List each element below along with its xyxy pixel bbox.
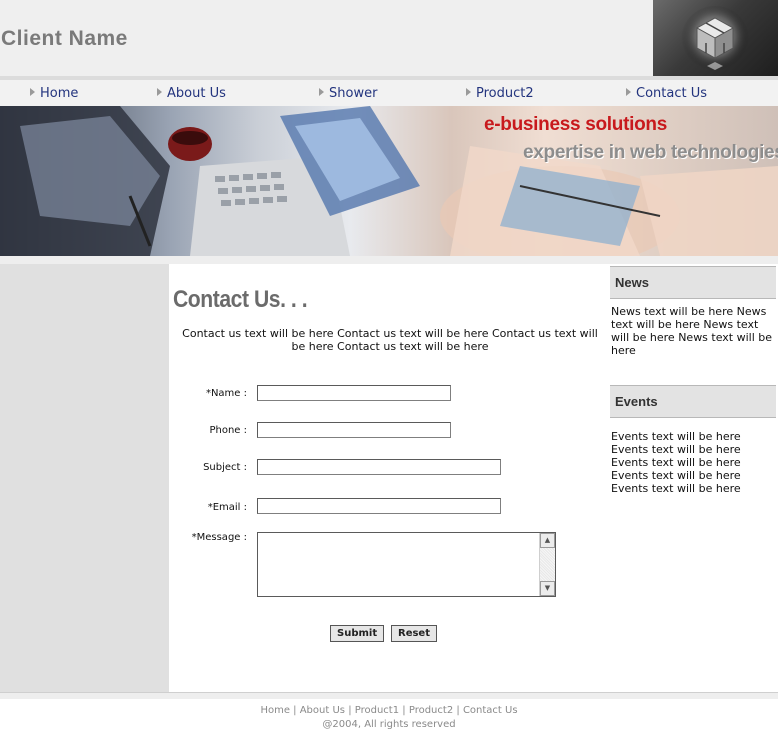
phone-label: Phone : [209,425,247,436]
phone-field[interactable] [257,422,451,438]
nav-label: Contact Us [636,86,707,101]
footer-separator: | [402,705,406,716]
nav-label: About Us [167,86,226,101]
footer-links: Home | About Us | Product1 | Product2 | … [0,705,778,716]
left-column [0,264,169,692]
cube-logo-icon [681,6,749,74]
right-sidebar: News News text will be here News text wi… [609,264,778,692]
footer-separator: | [293,705,297,716]
email-label: *Email : [207,502,247,513]
scroll-down-icon[interactable]: ▼ [540,581,555,596]
events-heading: Events [610,385,776,418]
arrow-bullet-icon [626,88,631,96]
message-textarea[interactable]: ▲ ▼ [257,532,556,597]
nav-item-about-us[interactable]: About Us [157,86,226,101]
nav-label: Product2 [476,86,534,101]
reset-button[interactable]: Reset [391,625,437,642]
message-label: *Message : [191,532,247,543]
footer: Home | About Us | Product1 | Product2 | … [0,692,778,731]
events-line: Events text will be here [611,456,741,469]
intro-text: Contact us text will be here Contact us … [182,327,598,353]
footer-link-product2[interactable]: Product2 [409,705,453,716]
nav-item-product2[interactable]: Product2 [466,86,534,101]
subject-label: Subject : [203,462,247,473]
scroll-up-icon[interactable]: ▲ [540,533,555,548]
nav-item-shower[interactable]: Shower [319,86,377,101]
footer-separator: | [348,705,352,716]
news-heading: News [610,266,776,299]
banner-subheadline: expertise in web technologies [523,142,778,163]
banner-headline: e-business solutions [484,114,667,135]
name-field[interactable] [257,385,451,401]
events-list: Events text will be here Events text wil… [611,430,775,495]
events-line: Events text will be here [611,430,741,443]
news-text: News text will be here News text will be… [611,305,773,357]
footer-link-about-us[interactable]: About Us [300,705,345,716]
events-line: Events text will be here [611,482,741,495]
events-line: Events text will be here [611,443,741,456]
subject-field[interactable] [257,459,501,475]
footer-link-home[interactable]: Home [260,705,290,716]
footer-divider [0,692,778,699]
arrow-bullet-icon [30,88,35,96]
banner-divider [0,256,778,264]
arrow-bullet-icon [319,88,324,96]
nav-label: Home [40,86,79,101]
page-title: Contact Us. . . [173,286,308,313]
nav-item-contact-us[interactable]: Contact Us [626,86,707,101]
copyright-text: @2004, All rights reserved [322,719,456,730]
arrow-bullet-icon [157,88,162,96]
nav-label: Shower [329,86,378,101]
main-content: Contact Us. . . Contact us text will be … [169,264,609,692]
submit-button[interactable]: Submit [330,625,385,642]
header: Client Name [0,0,778,76]
footer-separator: | [456,705,460,716]
arrow-bullet-icon [466,88,471,96]
top-nav: Home About Us Shower Product2 Contact Us [0,80,778,106]
logo-image [653,0,778,76]
message-scrollbar[interactable]: ▲ ▼ [539,533,555,596]
hero-banner: e-business solutions expertise in web te… [0,106,778,256]
footer-link-product1[interactable]: Product1 [355,705,399,716]
nav-item-home[interactable]: Home [30,86,78,101]
email-field[interactable] [257,498,501,514]
client-name: Client Name [1,27,128,50]
name-label: *Name : [205,388,247,399]
events-line: Events text will be here [611,469,741,482]
footer-link-contact-us[interactable]: Contact Us [463,705,518,716]
